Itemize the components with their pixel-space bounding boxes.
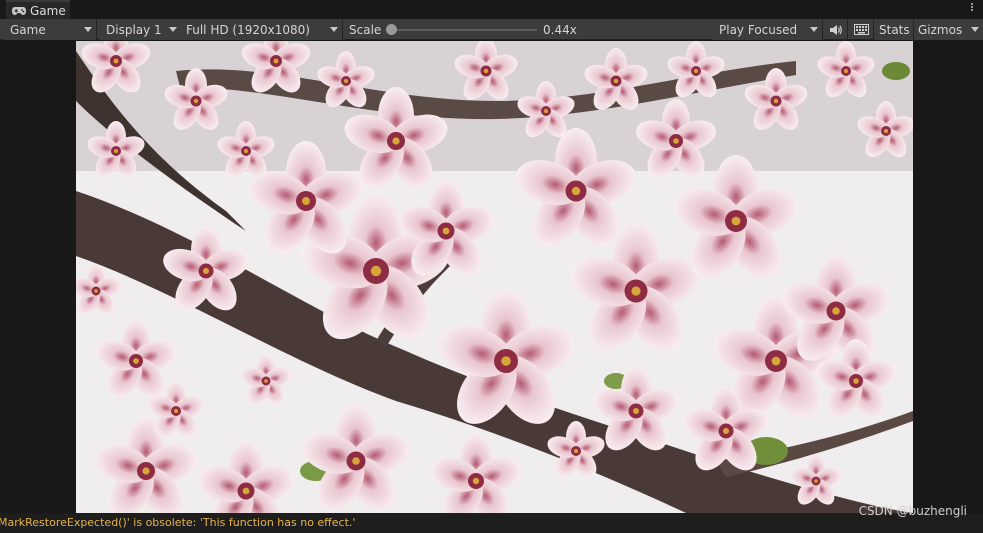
display-label: Display 1 <box>106 22 162 37</box>
game-toolbar: Game Display 1 Full HD (1920x1080) Scale… <box>0 19 983 40</box>
keyboard-shortcuts-button[interactable] <box>850 19 874 40</box>
tab-game[interactable]: Game <box>6 0 70 19</box>
scale-slider-track[interactable] <box>391 29 537 31</box>
chevron-down-icon <box>84 27 92 32</box>
scale-slider-thumb[interactable] <box>386 24 397 35</box>
game-render <box>76 41 913 513</box>
chevron-down-icon <box>169 27 177 32</box>
display-dropdown[interactable]: Display 1 <box>100 19 182 40</box>
speaker-icon <box>829 24 842 35</box>
gizmos-label: Gizmos <box>918 22 963 37</box>
chevron-down-icon <box>971 27 979 32</box>
scale-control: Scale 0.44x <box>343 19 713 40</box>
stats-button[interactable]: Stats <box>875 19 914 40</box>
scale-label: Scale <box>349 23 382 37</box>
play-mode-label: Play Focused <box>719 22 798 37</box>
status-warning-message[interactable]: MarkRestoreExpected()' is obsolete: 'Thi… <box>0 517 355 528</box>
watermark-text: CSDN @buzhengli <box>858 504 967 518</box>
gizmos-dropdown[interactable]: Gizmos <box>914 19 983 40</box>
view-mode-dropdown[interactable]: Game <box>4 19 97 40</box>
keyboard-icon <box>854 24 869 35</box>
game-viewport[interactable] <box>0 41 983 513</box>
gamepad-icon <box>12 6 26 15</box>
stats-label: Stats <box>879 22 910 37</box>
more-options-icon[interactable] <box>970 2 974 16</box>
view-mode-label: Game <box>10 22 46 37</box>
resolution-dropdown[interactable]: Full HD (1920x1080) <box>180 19 343 40</box>
cherry-blossom-image <box>76 41 913 513</box>
resolution-label: Full HD (1920x1080) <box>186 22 310 37</box>
scale-value: 0.44x <box>543 23 577 37</box>
tab-label: Game <box>30 3 66 18</box>
tab-bar: Game <box>0 0 983 19</box>
console-status-bar[interactable]: MarkRestoreExpected()' is obsolete: 'Thi… <box>0 513 983 533</box>
chevron-down-icon <box>330 27 338 32</box>
chevron-down-icon <box>810 27 818 32</box>
play-mode-dropdown[interactable]: Play Focused <box>713 19 823 40</box>
mute-audio-button[interactable] <box>824 19 848 40</box>
